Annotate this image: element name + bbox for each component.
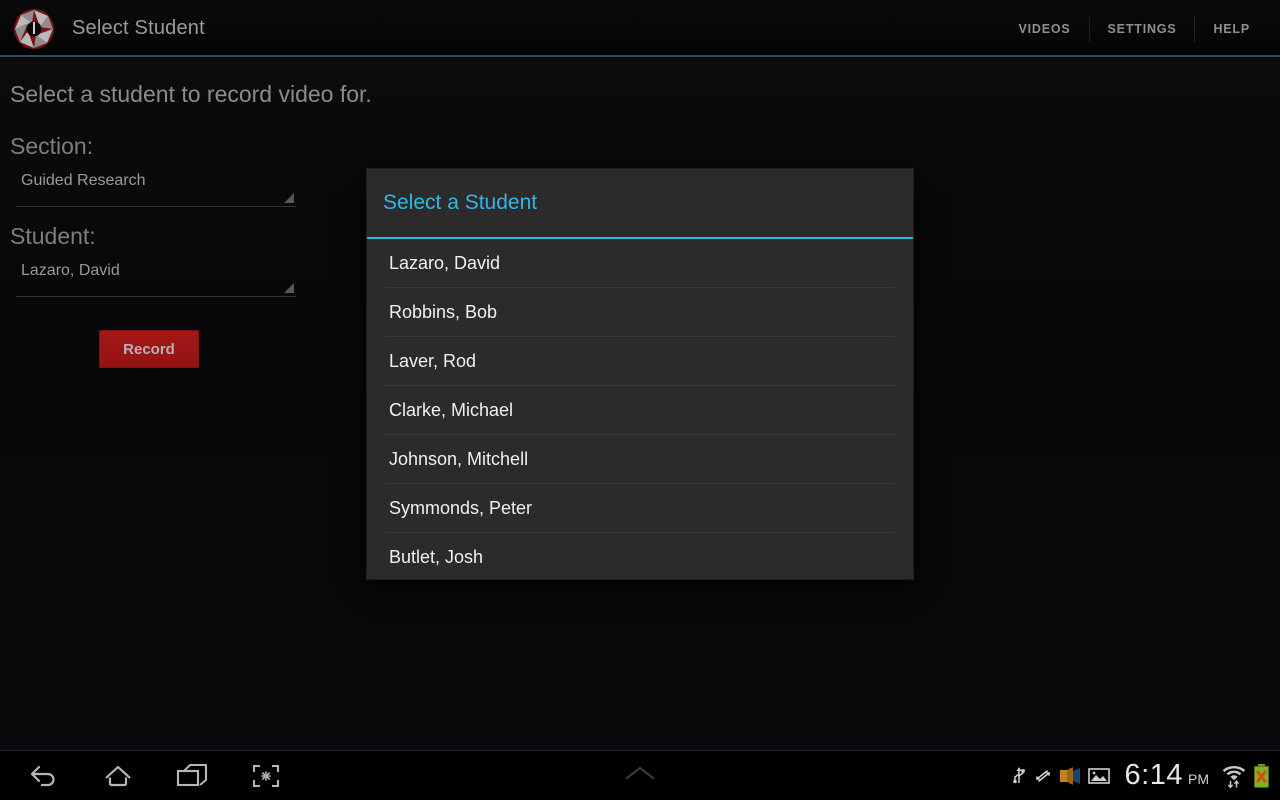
list-item[interactable]: Robbins, Bob: [367, 288, 913, 337]
student-name: Johnson, Mitchell: [389, 449, 529, 469]
list-item[interactable]: Clarke, Michael: [367, 386, 913, 435]
home-icon[interactable]: [98, 759, 138, 793]
page-title: Select Student: [72, 17, 205, 39]
list-item[interactable]: Symmonds, Peter: [367, 484, 913, 533]
clock-period: PM: [1188, 771, 1209, 787]
student-name: Lazaro, David: [389, 253, 501, 273]
student-spinner-value: Lazaro, David: [21, 262, 120, 279]
spinner-triangle-icon: [284, 283, 294, 293]
status-icons-area[interactable]: 6:14 PM: [1011, 759, 1280, 792]
sync-arrows-icon: [1034, 766, 1052, 786]
list-item[interactable]: Lazaro, David: [367, 239, 913, 288]
student-name: Butlet, Josh: [389, 547, 484, 567]
student-name: Laver, Rod: [389, 351, 477, 371]
chevron-up-icon[interactable]: [619, 762, 661, 789]
action-bar-menu: VIDEOS SETTINGS HELP: [1001, 9, 1280, 49]
student-label: Student:: [10, 223, 96, 249]
section-label: Section:: [10, 133, 94, 159]
list-item[interactable]: Laver, Rod: [367, 337, 913, 386]
battery-error-icon: [1253, 763, 1270, 789]
student-name: Symmonds, Peter: [389, 498, 533, 518]
list-item[interactable]: Butlet, Josh: [367, 533, 913, 579]
student-list[interactable]: Lazaro, David Robbins, Bob Laver, Rod Cl…: [367, 239, 913, 579]
system-navigation-bar: 6:14 PM: [0, 750, 1280, 800]
gallery-image-icon: [1087, 766, 1110, 786]
section-spinner[interactable]: Guided Research: [16, 169, 296, 207]
instruction-text: Select a student to record video for.: [10, 81, 372, 107]
nav-buttons: [0, 759, 286, 793]
student-name: Robbins, Bob: [389, 302, 498, 322]
recent-apps-icon[interactable]: [172, 759, 212, 793]
menu-item-help[interactable]: HELP: [1195, 12, 1268, 46]
back-icon[interactable]: [24, 759, 64, 793]
projector-icon: [1059, 766, 1081, 786]
select-student-dialog: Select a Student Lazaro, David Robbins, …: [366, 168, 914, 580]
list-item[interactable]: Johnson, Mitchell: [367, 435, 913, 484]
screenshot-icon[interactable]: [246, 759, 286, 793]
camera-aperture-icon: [10, 5, 58, 53]
record-button[interactable]: Record: [99, 330, 199, 368]
clock-time: 6:14: [1124, 759, 1183, 791]
wifi-signal-icon: [1222, 763, 1246, 789]
status-clock: 6:14 PM: [1125, 759, 1209, 792]
dialog-title: Select a Student: [383, 191, 538, 214]
student-name: Clarke, Michael: [389, 400, 514, 420]
spinner-triangle-icon: [284, 193, 294, 203]
app-screen: Select Student VIDEOS SETTINGS HELP Sele…: [0, 0, 1280, 800]
menu-item-videos[interactable]: VIDEOS: [1001, 12, 1089, 46]
usb-icon: [1011, 765, 1027, 787]
action-bar: Select Student VIDEOS SETTINGS HELP: [0, 0, 1280, 57]
section-spinner-value: Guided Research: [21, 172, 146, 189]
student-spinner[interactable]: Lazaro, David: [16, 259, 296, 297]
menu-item-settings[interactable]: SETTINGS: [1090, 12, 1195, 46]
